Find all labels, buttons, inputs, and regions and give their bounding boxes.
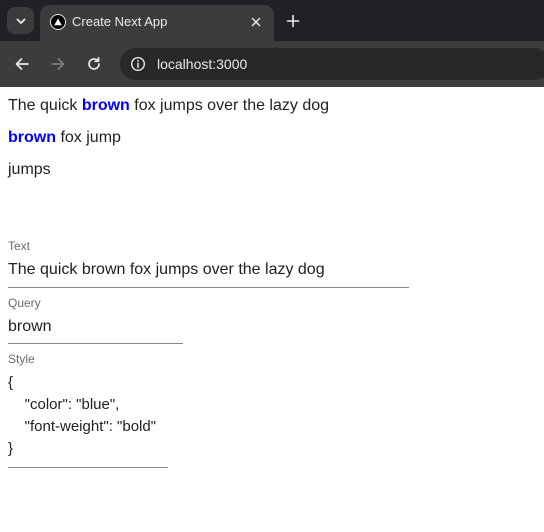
style-field-label: Style: [8, 352, 35, 366]
text-field-label: Text: [8, 239, 31, 253]
nextjs-logo-icon: [50, 14, 66, 30]
browser-tab-bar: Create Next App: [0, 0, 544, 41]
tab-title: Create Next App: [72, 14, 168, 29]
tab-list-button[interactable]: [7, 7, 34, 34]
browser-toolbar: localhost:3000: [0, 41, 544, 87]
text-input[interactable]: The quick brown fox jumps over the lazy …: [8, 260, 409, 288]
address-bar[interactable]: localhost:3000: [120, 48, 544, 80]
query-field-label: Query: [8, 296, 41, 310]
plain-text: fox jump: [56, 129, 121, 146]
highlight-result: brown fox jump: [8, 128, 121, 148]
arrow-right-icon[interactable]: [46, 52, 70, 76]
chevron-down-icon: [16, 18, 25, 24]
highlight-result: The quick brown fox jumps over the lazy …: [8, 96, 329, 116]
highlight-result: jumps: [8, 160, 51, 180]
arrow-left-icon[interactable]: [10, 52, 34, 76]
plus-icon[interactable]: [282, 10, 304, 32]
plain-text: jumps: [8, 161, 51, 178]
close-icon[interactable]: [247, 13, 265, 31]
plain-text: The quick: [8, 97, 82, 114]
highlighted-match: brown: [8, 129, 56, 146]
plain-text: fox jumps over the lazy dog: [129, 97, 330, 114]
highlighted-match: brown: [81, 97, 130, 114]
reload-icon[interactable]: [82, 52, 106, 76]
query-input[interactable]: brown: [8, 317, 183, 344]
browser-tab[interactable]: Create Next App: [40, 5, 274, 41]
style-textarea[interactable]: { "color": "blue", "font-weight": "bold"…: [8, 372, 168, 468]
url-text[interactable]: localhost:3000: [157, 56, 247, 72]
info-icon[interactable]: [128, 54, 148, 74]
